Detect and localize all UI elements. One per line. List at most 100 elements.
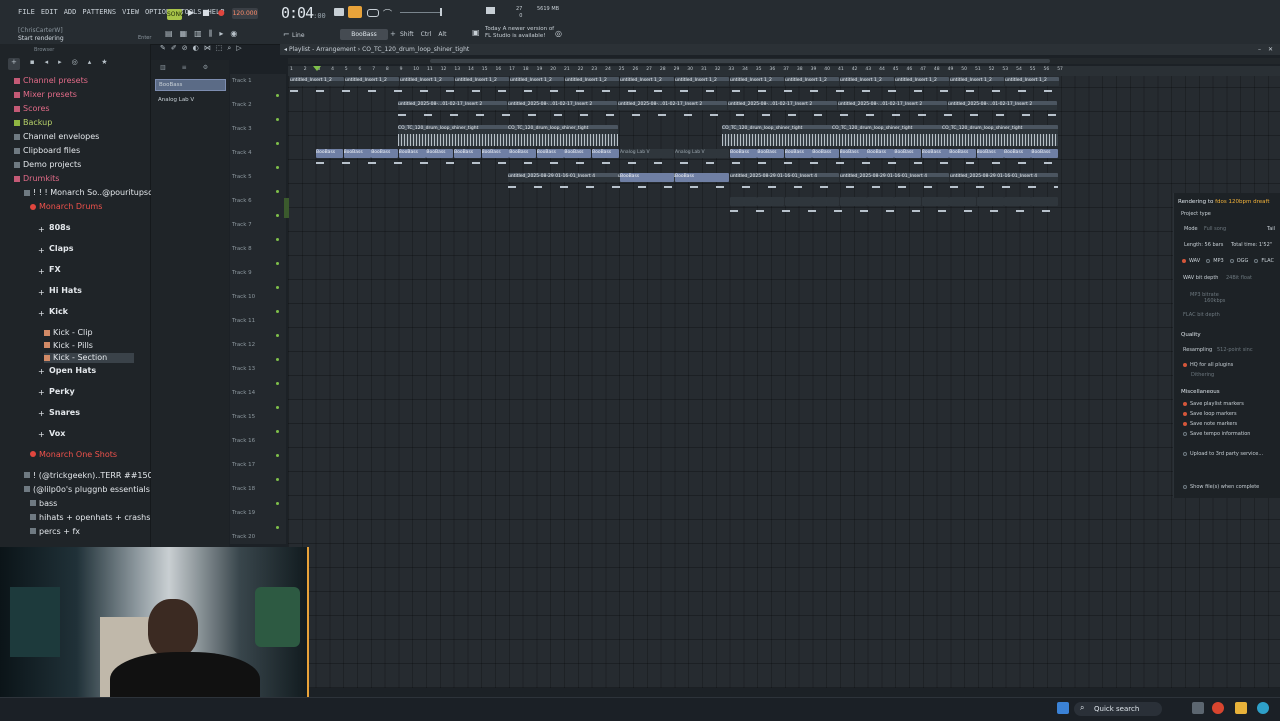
playlist-clip[interactable]: BooBass [839,149,867,158]
track-header[interactable]: Track 19 [232,508,272,532]
track-mute-icon[interactable] [276,310,279,313]
globe-icon[interactable]: ◎ [555,29,562,38]
playlist-clip[interactable]: untitled_Insert 1_2 [400,77,454,86]
browser-item[interactable]: + Hi Hats [38,286,82,297]
news-panel[interactable]: Today A newer version of FL Studio is av… [485,26,554,40]
browser-item[interactable]: bass [30,499,57,509]
playback-icon[interactable]: ▷ [236,44,241,55]
playlist-clip[interactable]: BooBass [1031,149,1059,158]
wav-bit-depth-select[interactable]: 24Bit float [1226,275,1252,281]
track-header[interactable]: Track 18 [232,484,272,508]
add-icon[interactable]: + [8,58,20,70]
mute-icon[interactable]: ◐ [193,44,199,55]
track-mute-icon[interactable] [276,334,279,337]
menu-view[interactable]: VIEW [122,8,139,16]
track-mute-icon[interactable] [276,238,279,241]
browser-item[interactable]: percs + fx [30,527,80,537]
metronome-icon[interactable]: ⌒ [383,7,392,20]
format-option-ogg[interactable]: OGG [1229,258,1248,264]
track-header[interactable]: Track 14 [232,388,272,412]
track-mute-icon[interactable] [276,94,279,97]
misc-option[interactable]: Save tempo information [1183,431,1250,437]
master-volume-slider[interactable] [400,12,440,13]
timeline-ruler[interactable]: 1 2 3 4 5 6 7 8 9 10 11 12 13 14 15 16 17 18 19 20 21 22 23 24 2… [288,66,1280,76]
playlist-clip[interactable]: BooBass [592,149,619,158]
playlist-clip[interactable] [1031,197,1059,206]
browser-item[interactable]: Drumkits [14,174,59,184]
playlist-clip[interactable] [976,197,1004,206]
snap-select[interactable]: Line [292,32,305,39]
slice-icon[interactable]: ⋈ [204,44,211,55]
playlist-clip[interactable]: untitled_2025-08-29 01-16-01_Insert 4 [730,173,839,182]
shift-key[interactable]: Shift [400,31,414,38]
playlist-clip[interactable]: untitled_Insert 1_2 [290,77,344,86]
edge-icon[interactable] [1257,702,1269,714]
star-icon[interactable]: ★ [101,58,107,70]
playlist-clip[interactable]: BooBass [921,149,949,158]
playlist-menu-icon[interactable]: ◂ [284,46,287,53]
track-header[interactable]: Track 8 [232,244,272,268]
playlist-clip[interactable]: Analog Lab V [675,149,729,158]
select-icon[interactable]: ⬚ [216,44,223,55]
browser-item[interactable]: + FX [38,265,61,276]
playlist-clip[interactable]: BooBass [894,149,922,158]
browser-item[interactable]: Monarch Drums [30,202,102,212]
channel-list-icon[interactable]: ≡ [182,64,187,71]
mp3-bitrate-value[interactable]: 160kbps [1204,298,1225,304]
alt-key[interactable]: Alt [438,31,446,38]
playlist-clip[interactable]: BooBass [371,149,399,158]
snap-icon[interactable]: ⌐ [283,30,290,39]
song-mode-button[interactable]: SONG [167,9,185,20]
playlist-clip[interactable]: BooBass [675,173,729,182]
playlist-clip[interactable]: untitled_Insert 1_2 [730,77,784,86]
brush-icon[interactable]: ✐ [171,44,177,55]
target-icon[interactable]: ◎ [72,58,78,70]
track-header[interactable]: Track 12 [232,340,272,364]
playlist-clip[interactable]: BooBass [536,149,564,158]
track-header[interactable]: Track 1 [232,76,272,100]
track-header[interactable]: Track 7 [232,220,272,244]
playlist-clip[interactable]: BooBass [620,173,674,182]
menu-file[interactable]: FILE [18,8,35,16]
playlist-clip[interactable] [921,197,949,206]
browser-item[interactable]: Kick - Clip [44,328,93,338]
playlist-clip[interactable]: BooBass [454,149,481,158]
playlist-clip[interactable]: BooBass [784,149,812,158]
playlist-clip[interactable]: untitled_Insert 1_2 [785,77,839,86]
playlist-clip[interactable]: BooBass [730,149,757,158]
resampling-select[interactable]: 512-point sinc [1217,347,1253,353]
playlist-clip[interactable]: untitled_2025-08-...01-02-17_Insert 2 [508,101,617,110]
track-mute-icon[interactable] [276,142,279,145]
playlist-clip[interactable]: BooBass [426,149,454,158]
track-header[interactable]: Track 10 [232,292,272,316]
browser-item[interactable]: + Kick [38,307,68,318]
browser-item[interactable]: +808s [38,223,70,234]
track-header[interactable]: Track 4 [232,148,272,172]
menu-edit[interactable]: EDIT [41,8,58,16]
menu-add[interactable]: ADD [64,8,77,16]
browser-item[interactable]: + Vox [38,429,65,440]
playlist-clip[interactable] [894,197,922,206]
track-header[interactable]: Track 5 [232,172,272,196]
playlist-clip[interactable]: CO_TC_120_drum_loop_shiner_tight [398,125,508,134]
add-pattern-icon[interactable]: + [390,30,396,38]
track-mute-icon[interactable] [276,118,279,121]
track-mute-icon[interactable] [276,358,279,361]
channel-item[interactable]: Analog Lab V [155,95,224,105]
tail-label[interactable]: Tail [1267,226,1275,232]
up-icon[interactable]: ▴ [88,58,92,70]
playlist-clip[interactable]: untitled_2025-08-...01-02-17_Insert 2 [618,101,727,110]
track-mute-icon[interactable] [276,262,279,265]
channel-item[interactable]: BooBass [155,79,226,91]
mixer-icon[interactable]: ⫼ [209,29,213,39]
time-display[interactable]: 0:04:00 [281,4,326,22]
playlist-clip[interactable]: untitled_Insert 1_2 [565,77,619,86]
browser-item[interactable]: Demo projects [14,160,81,170]
browser-item[interactable]: + Claps [38,244,74,255]
file-icon[interactable]: ▪ [30,58,35,70]
playlist-clip[interactable]: BooBass [481,149,509,158]
misc-option[interactable]: Save playlist markers [1183,401,1250,407]
track-header[interactable]: Track 17 [232,460,272,484]
playlist-clip[interactable]: untitled_Insert 1_2 [455,77,509,86]
playlist-clip[interactable]: untitled_2025-08-...01-02-17_Insert 2 [838,101,947,110]
